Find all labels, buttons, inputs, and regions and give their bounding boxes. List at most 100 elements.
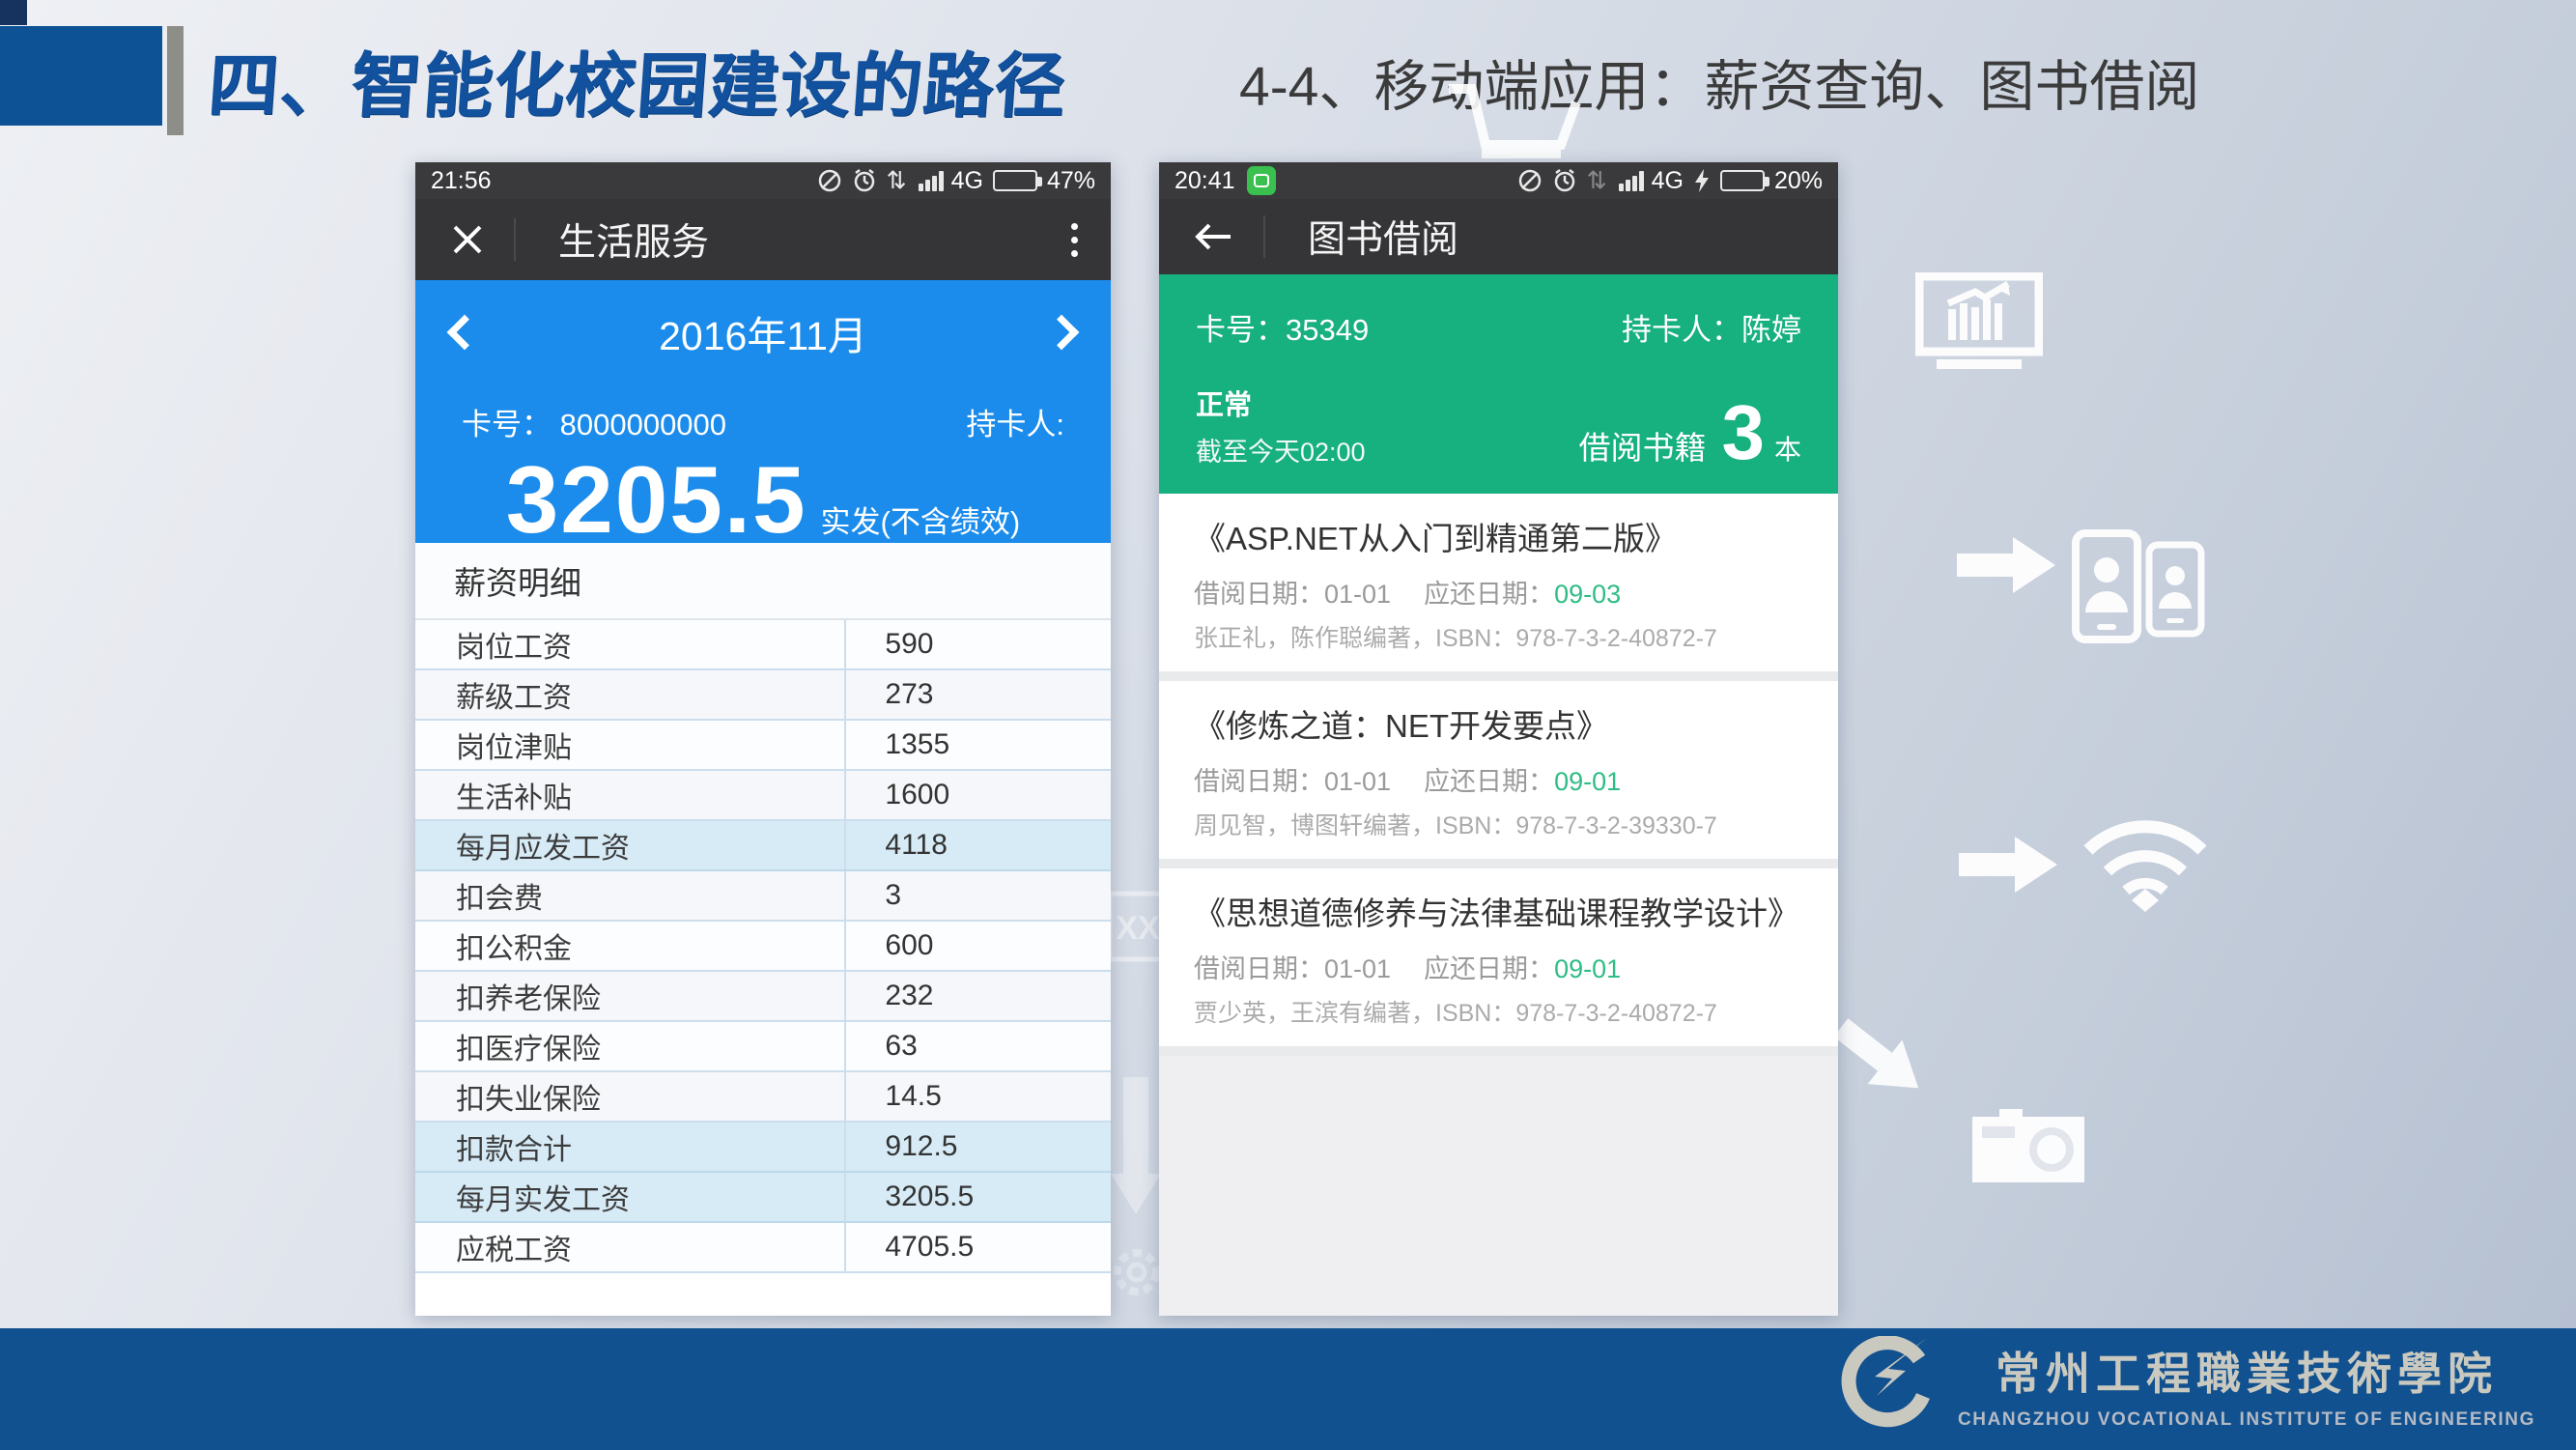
book-title: 《思想道德修养与法律基础课程教学设计》 xyxy=(1194,888,1803,934)
card-deadline: 截至今天02:00 xyxy=(1196,431,1366,469)
book-meta: 张正礼，陈作聪编著，ISBN：978-7-3-2-40872-7 xyxy=(1194,619,1803,654)
card-status-text: 正常 xyxy=(1196,383,1366,423)
school-name-cn: 常州工程職業技術學院 xyxy=(1958,1339,2535,1403)
book-dates: 借阅日期：01-01应还日期：09-01 xyxy=(1194,760,1803,798)
row-label: 扣公积金 xyxy=(415,922,846,970)
table-row: 扣医疗保险63 xyxy=(415,1022,1111,1072)
bottom-band: 常州工程職業技術學院 CHANGZHOU VOCATIONAL INSTITUT… xyxy=(0,1328,2576,1450)
row-label: 岗位津贴 xyxy=(415,721,846,769)
status-bar: 21:56 ⇅ 4G 47% xyxy=(415,162,1111,199)
row-value: 63 xyxy=(846,1022,1111,1070)
school-logo: 常州工程職業技術學院 CHANGZHOU VOCATIONAL INSTITUT… xyxy=(1834,1336,2535,1434)
network-type: 4G xyxy=(1652,167,1684,195)
school-name-en: CHANGZHOU VOCATIONAL INSTITUTE OF ENGINE… xyxy=(1958,1409,2535,1431)
holder-label: 持卡人: xyxy=(966,400,1064,443)
row-label: 扣款合计 xyxy=(415,1123,846,1171)
next-month-icon[interactable] xyxy=(1044,315,1080,351)
month-label: 2016年11月 xyxy=(477,303,1049,361)
salary-footer-blank xyxy=(415,1273,1111,1316)
status-time: 21:56 xyxy=(431,167,492,195)
page-subtitle: 4-4、移动端应用：薪资查询、图书借阅 xyxy=(1239,43,2199,122)
row-value: 600 xyxy=(846,922,1111,970)
status-bar: 20:41 ⇅ 4G 20% xyxy=(1159,162,1838,199)
book-list-item[interactable]: 《思想道德修养与法律基础课程教学设计》 借阅日期：01-01应还日期：09-01… xyxy=(1159,868,1838,1046)
row-value: 1600 xyxy=(846,771,1111,819)
book-borrow-date: 借阅日期：01-01 xyxy=(1194,954,1391,983)
svg-text:XX: XX xyxy=(1116,910,1160,947)
row-label: 岗位工资 xyxy=(415,620,846,668)
school-logo-icon xyxy=(1834,1336,1935,1434)
camera-icon xyxy=(1967,1103,2090,1188)
back-icon[interactable] xyxy=(1194,221,1234,252)
card-number: 卡号： 8000000000 xyxy=(462,400,726,443)
table-row-highlight: 每月应发工资4118 xyxy=(415,821,1111,871)
book-list-item[interactable]: 《修炼之道：NET开发要点》 借阅日期：01-01应还日期：09-01 周见智，… xyxy=(1159,681,1838,859)
battery-percent: 20% xyxy=(1774,167,1823,195)
phones-users-icon xyxy=(2072,529,2207,643)
table-row: 岗位工资590 xyxy=(415,620,1111,670)
arrow-down-icon xyxy=(1111,1077,1161,1214)
book-list-item[interactable]: 《ASP.NET从入门到精通第二版》 借阅日期：01-01应还日期：09-03 … xyxy=(1159,494,1838,671)
vibrate-icon: ⇅ xyxy=(1587,166,1607,195)
book-title: 《ASP.NET从入门到精通第二版》 xyxy=(1194,513,1803,559)
mute-icon xyxy=(1517,168,1543,193)
library-card-panel: 卡号：35349 持卡人：陈婷 正常 截至今天02:00 借阅书籍 3 本 xyxy=(1159,274,1838,494)
battery-icon xyxy=(993,170,1037,191)
vibrate-icon: ⇅ xyxy=(887,166,907,195)
card-status: 正常 截至今天02:00 xyxy=(1196,383,1366,469)
library-card-number: 卡号：35349 xyxy=(1196,305,1369,349)
table-row: 岗位津贴1355 xyxy=(415,721,1111,771)
signal-icon xyxy=(1617,170,1644,191)
book-meta: 周见智，博图轩编著，ISBN：978-7-3-2-39330-7 xyxy=(1194,807,1803,841)
salary-summary-panel: 2016年11月 卡号： 8000000000 持卡人: 3205.5 实发(不… xyxy=(415,280,1111,543)
row-label: 每月实发工资 xyxy=(415,1173,846,1221)
table-row: 扣会费3 xyxy=(415,871,1111,922)
table-row: 扣养老保险232 xyxy=(415,972,1111,1022)
borrow-count-label: 借阅书籍 xyxy=(1578,422,1706,469)
book-dates: 借阅日期：01-01应还日期：09-01 xyxy=(1194,948,1803,985)
arrow-right-icon xyxy=(1959,837,2057,893)
row-label: 生活补贴 xyxy=(415,771,846,819)
slide: 四、智能化校园建设的路径 4-4、移动端应用：薪资查询、图书借阅 xyxy=(0,0,2576,1450)
mute-icon xyxy=(817,168,842,193)
row-label: 应税工资 xyxy=(415,1223,846,1271)
book-borrow-date: 借阅日期：01-01 xyxy=(1194,580,1391,609)
monitor-chart-icon xyxy=(1915,272,2043,377)
notification-app-icon xyxy=(1247,166,1276,195)
salary-nav-bar: 生活服务 xyxy=(415,199,1111,280)
status-time: 20:41 xyxy=(1175,167,1235,195)
gear-icon xyxy=(1107,1242,1167,1302)
salary-app-screenshot: 21:56 ⇅ 4G 47% 生活服务 2016年1 xyxy=(415,162,1111,1316)
book-due-label: 应还日期： xyxy=(1424,580,1554,609)
book-due-date: 09-03 xyxy=(1554,580,1621,609)
close-icon[interactable] xyxy=(450,222,485,257)
battery-percent: 47% xyxy=(1047,167,1095,195)
library-nav-bar: 图书借阅 xyxy=(1159,199,1838,274)
row-label: 扣养老保险 xyxy=(415,972,846,1020)
card-number-value: 8000000000 xyxy=(560,408,726,441)
borrow-count-group: 借阅书籍 3 本 xyxy=(1578,398,1801,469)
book-due-date: 09-01 xyxy=(1554,767,1621,796)
library-card-holder: 持卡人：陈婷 xyxy=(1622,305,1801,349)
charging-icon xyxy=(1693,168,1711,193)
book-dates: 借阅日期：01-01 应还日期：09-03 xyxy=(1194,573,1803,611)
card-number-label: 卡号： xyxy=(462,408,552,441)
title-bar-decoration xyxy=(167,26,184,135)
library-app-screenshot: 20:41 ⇅ 4G 20% 图书借阅 xyxy=(1159,162,1838,1316)
row-label: 扣会费 xyxy=(415,871,846,920)
table-row: 应税工资4705.5 xyxy=(415,1223,1111,1273)
menu-icon[interactable] xyxy=(1071,223,1078,257)
table-row: 扣公积金600 xyxy=(415,922,1111,972)
row-value: 3 xyxy=(846,871,1111,920)
library-footer-blank xyxy=(1159,1056,1838,1316)
alarm-icon xyxy=(1552,168,1577,193)
row-value: 912.5 xyxy=(846,1123,1111,1171)
table-row-highlight: 扣款合计912.5 xyxy=(415,1123,1111,1173)
book-title: 《修炼之道：NET开发要点》 xyxy=(1194,700,1803,747)
arrow-down-right-icon xyxy=(1824,1006,1936,1111)
row-value: 14.5 xyxy=(846,1072,1111,1121)
row-value: 273 xyxy=(846,670,1111,719)
book-due-date: 09-01 xyxy=(1554,954,1621,983)
library-nav-title: 图书借阅 xyxy=(1308,210,1458,264)
salary-nav-title: 生活服务 xyxy=(558,213,709,267)
